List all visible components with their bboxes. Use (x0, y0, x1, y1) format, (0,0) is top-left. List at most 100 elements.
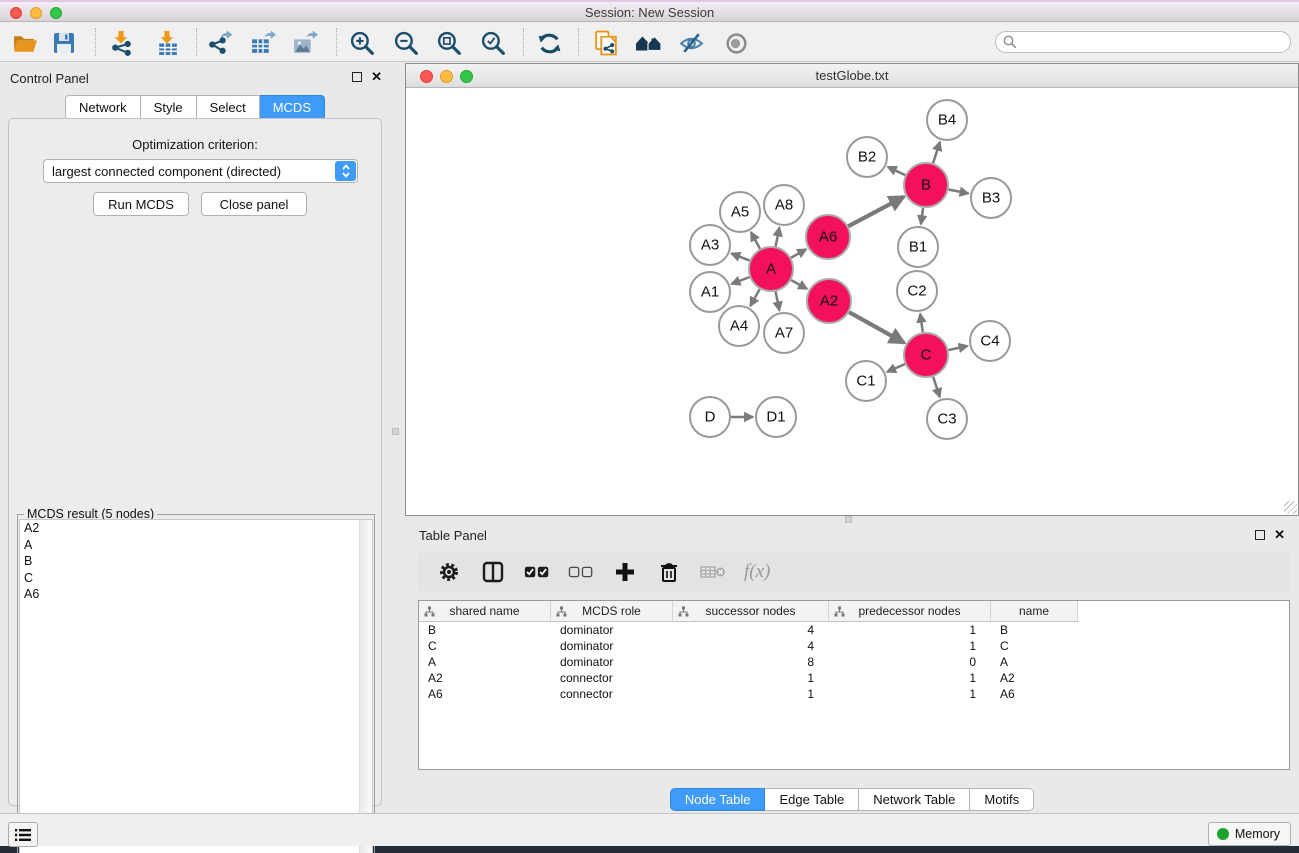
result-item[interactable]: A (20, 537, 372, 554)
result-item[interactable]: C (20, 570, 372, 587)
table-cell: dominator (551, 638, 673, 654)
tab-style[interactable]: Style (141, 95, 197, 120)
export-network-icon[interactable] (205, 29, 233, 57)
vertical-split-divider[interactable] (390, 63, 405, 813)
horizontal-split-divider[interactable] (405, 516, 1299, 524)
show-graphics-details-icon[interactable] (722, 29, 750, 57)
close-panel-icon[interactable]: ✕ (371, 69, 382, 85)
column-header-shared-name[interactable]: shared name (419, 601, 551, 622)
zoom-out-icon[interactable] (392, 29, 420, 57)
edge-C-C4[interactable] (948, 346, 967, 350)
run-mcds-button[interactable]: Run MCDS (93, 192, 189, 216)
zoom-in-icon[interactable] (348, 29, 376, 57)
edge-B-B2[interactable] (888, 167, 905, 175)
edge-A-A1[interactable] (732, 277, 750, 284)
table-row[interactable]: Cdominator41C (419, 638, 1289, 654)
edge-C-C3[interactable] (933, 377, 940, 397)
edge-A2-C[interactable] (849, 312, 904, 343)
mcds-result-list[interactable]: A2ABCA6 (19, 519, 373, 853)
edge-A-A5[interactable] (751, 232, 760, 249)
edge-A6-B[interactable] (848, 197, 904, 227)
result-item[interactable]: A6 (20, 586, 372, 603)
column-header-predecessor-nodes[interactable]: predecessor nodes (829, 601, 991, 622)
edge-C-C1[interactable] (887, 364, 905, 372)
node-label-C1: C1 (856, 373, 875, 390)
network-graph[interactable]: B4B2BB3A5A8A6B1A3AC2A1A2A4A7C4CC1C3DD1 (406, 88, 1298, 515)
zoom-fit-icon[interactable] (435, 29, 463, 57)
edge-A-A3[interactable] (731, 253, 749, 260)
open-file-icon[interactable] (10, 29, 38, 57)
node-table[interactable]: shared nameMCDS rolesuccessor nodesprede… (418, 600, 1290, 770)
select-all-icon[interactable] (524, 559, 550, 585)
float-panel-icon[interactable] (1255, 530, 1265, 540)
edge-B-B3[interactable] (949, 190, 969, 194)
edge-A-A7[interactable] (776, 292, 780, 311)
settings-icon[interactable] (436, 559, 462, 585)
table-cell: dominator (551, 622, 673, 638)
result-item[interactable]: A2 (20, 520, 372, 537)
export-image-icon[interactable] (290, 29, 318, 57)
network-window-titlebar[interactable]: testGlobe.txt (406, 64, 1298, 88)
delete-column-icon[interactable] (656, 559, 682, 585)
table-cell: A6 (991, 686, 1078, 702)
column-header-label: successor nodes (673, 604, 828, 618)
column-header-label: name (991, 604, 1077, 618)
table-row[interactable]: A2connector11A2 (419, 670, 1289, 686)
tab-motifs[interactable]: Motifs (970, 788, 1034, 811)
divider-handle[interactable] (845, 516, 852, 523)
edge-A-A6[interactable] (791, 249, 806, 258)
table-cell: 1 (829, 670, 991, 686)
export-table-icon[interactable] (248, 29, 276, 57)
tab-network[interactable]: Network (65, 95, 141, 120)
toolbar-separator (95, 28, 96, 56)
zoom-selected-icon[interactable] (479, 29, 507, 57)
table-cell: C (991, 638, 1078, 654)
edge-A-A4[interactable] (750, 289, 759, 306)
refresh-layout-icon[interactable] (535, 29, 563, 57)
table-row[interactable]: Bdominator41B (419, 622, 1289, 638)
new-network-icon[interactable] (592, 29, 620, 57)
tab-edge-table[interactable]: Edge Table (765, 788, 859, 811)
split-view-icon[interactable] (480, 559, 506, 585)
deselect-all-icon[interactable] (568, 559, 594, 585)
table-cell: B (419, 622, 551, 638)
close-panel-icon[interactable]: ✕ (1274, 527, 1285, 543)
close-panel-button[interactable]: Close panel (201, 192, 307, 216)
hide-graphics-details-icon[interactable] (677, 29, 705, 57)
tab-mcds[interactable]: MCDS (260, 95, 325, 120)
criterion-value: largest connected component (directed) (52, 164, 281, 179)
column-header-name[interactable]: name (991, 601, 1078, 622)
criterion-select[interactable]: largest connected component (directed) (43, 159, 358, 183)
column-header-successor-nodes[interactable]: successor nodes (673, 601, 829, 622)
search-field[interactable] (995, 31, 1291, 53)
edge-B-B4[interactable] (933, 142, 940, 163)
status-bar: Memory (0, 813, 1299, 846)
memory-button[interactable]: Memory (1208, 822, 1291, 846)
column-header-MCDS-role[interactable]: MCDS role (551, 601, 673, 622)
tab-network-table[interactable]: Network Table (859, 788, 970, 811)
save-session-icon[interactable] (50, 29, 78, 57)
edge-A-A8[interactable] (776, 228, 780, 247)
tab-node-table[interactable]: Node Table (670, 788, 766, 811)
edge-A-A2[interactable] (791, 280, 807, 289)
edge-C-C2[interactable] (920, 314, 923, 332)
table-row[interactable]: Adominator80A (419, 654, 1289, 670)
search-icon (1002, 34, 1018, 50)
home-icon[interactable] (635, 29, 663, 57)
result-scrollbar[interactable] (359, 520, 372, 853)
import-table-icon[interactable] (153, 29, 181, 57)
task-history-button[interactable] (8, 822, 38, 847)
float-panel-icon[interactable] (352, 72, 362, 82)
resize-grip-icon[interactable] (1284, 501, 1297, 514)
control-panel-title: Control Panel (10, 71, 89, 86)
table-row[interactable]: A6connector11A6 (419, 686, 1289, 702)
divider-handle[interactable] (392, 428, 399, 435)
column-header-label: MCDS role (551, 604, 672, 618)
import-network-icon[interactable] (107, 29, 135, 57)
tab-select[interactable]: Select (197, 95, 260, 120)
search-input[interactable] (1018, 33, 1290, 51)
add-column-icon[interactable] (612, 559, 638, 585)
table-cell: A2 (419, 670, 551, 686)
edge-B-B1[interactable] (921, 208, 923, 224)
result-item[interactable]: B (20, 553, 372, 570)
